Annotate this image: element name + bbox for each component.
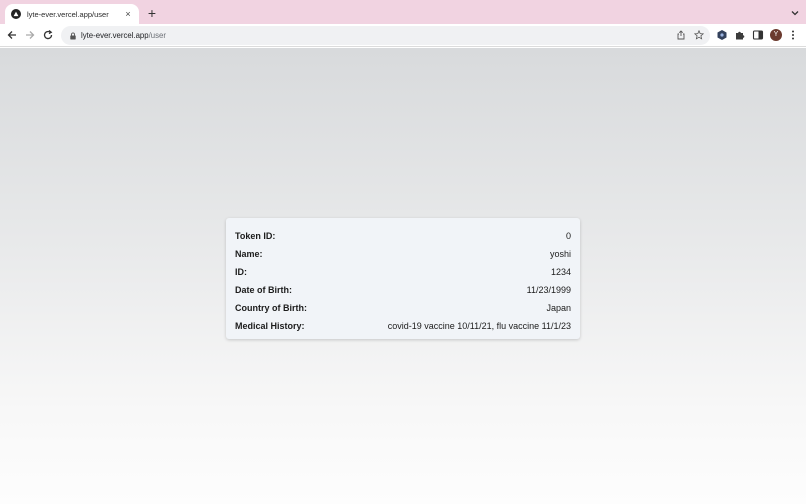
field-value: covid-19 vaccine 10/11/21, flu vaccine 1… (387, 321, 571, 331)
lock-icon[interactable] (69, 32, 77, 40)
forward-arrow-icon[interactable] (24, 29, 36, 41)
vercel-favicon-icon (11, 9, 21, 19)
field-value: yoshi (549, 249, 571, 259)
url-host: lyte-ever.vercel.app (81, 31, 149, 40)
tab-title: lyte-ever.vercel.app/user (27, 9, 109, 19)
field-label: Medical History: (235, 321, 305, 331)
reload-icon[interactable] (42, 29, 54, 41)
field-label: Token ID: (235, 231, 276, 241)
url-path: /user (148, 31, 166, 40)
extensions-puzzle-icon[interactable] (734, 29, 746, 41)
profile-avatar[interactable]: Y (770, 29, 782, 41)
address-bar[interactable]: lyte-ever.vercel.app/user (61, 26, 710, 45)
id-row: ID: 1234 (235, 263, 571, 281)
field-label: ID: (235, 267, 247, 277)
date-of-birth-row: Date of Birth: 11/23/1999 (235, 281, 571, 299)
tab-strip: lyte-ever.vercel.app/user × + (0, 0, 806, 24)
more-menu-icon[interactable] (790, 29, 796, 41)
side-panel-icon[interactable] (752, 29, 764, 41)
back-arrow-icon[interactable] (6, 29, 18, 41)
field-value: 0 (565, 231, 571, 241)
tab-close-icon[interactable]: × (123, 9, 133, 19)
field-label: Country of Birth: (235, 303, 307, 313)
medical-history-row: Medical History: covid-19 vaccine 10/11/… (235, 317, 571, 335)
name-row: Name: yoshi (235, 245, 571, 263)
extension-shield-icon[interactable] (716, 29, 728, 41)
tab-search-chevron-icon[interactable] (790, 8, 800, 18)
country-of-birth-row: Country of Birth: Japan (235, 299, 571, 317)
field-value: 11/23/1999 (526, 285, 571, 295)
share-icon[interactable] (676, 30, 686, 40)
field-label: Name: (235, 249, 263, 259)
browser-tab[interactable]: lyte-ever.vercel.app/user × (5, 4, 139, 24)
field-value: 1234 (550, 267, 571, 277)
token-id-row: Token ID: 0 (235, 227, 571, 245)
browser-toolbar: lyte-ever.vercel.app/user Y (0, 24, 806, 47)
bookmark-star-icon[interactable] (694, 30, 704, 40)
new-tab-button[interactable]: + (145, 6, 159, 20)
field-label: Date of Birth: (235, 285, 292, 295)
page-viewport: Token ID: 0 Name: yoshi ID: 1234 Date of… (0, 48, 806, 504)
user-details-card: Token ID: 0 Name: yoshi ID: 1234 Date of… (226, 218, 580, 339)
field-value: Japan (546, 303, 571, 313)
